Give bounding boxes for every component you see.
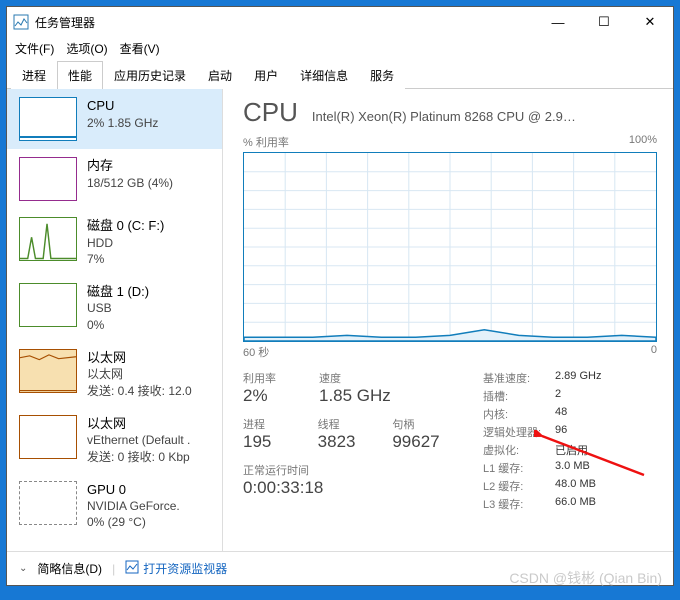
open-resource-monitor[interactable]: 打开资源监视器: [125, 560, 227, 577]
cpu-graph[interactable]: [243, 152, 657, 342]
cpu-thumb-icon: [19, 97, 77, 141]
handles-value: 99627: [392, 432, 443, 452]
threads-value: 3823: [318, 432, 369, 452]
sidebar-cpu-title: CPU: [87, 97, 158, 115]
perf-content: CPU Intel(R) Xeon(R) Platinum 8268 CPU @…: [223, 89, 673, 551]
sidebar-item-memory[interactable]: 内存18/512 GB (4%): [7, 149, 222, 209]
l1-cache: 3.0 MB: [555, 460, 590, 476]
uptime-value: 0:00:33:18: [243, 478, 443, 498]
x-right: 0: [651, 344, 657, 360]
tab-processes[interactable]: 进程: [11, 61, 57, 89]
base-speed: 2.89 GHz: [555, 370, 601, 386]
logical-procs: 96: [555, 424, 567, 440]
footer: ⌄ 简略信息(D) | 打开资源监视器: [7, 551, 673, 585]
tab-users[interactable]: 用户: [243, 61, 289, 89]
fewer-details[interactable]: 简略信息(D): [37, 560, 102, 577]
speed-value: 1.85 GHz: [319, 386, 429, 406]
sidebar-cpu-sub: 2% 1.85 GHz: [87, 115, 158, 131]
tab-startup[interactable]: 启动: [197, 61, 243, 89]
x-left: 60 秒: [243, 344, 269, 360]
tab-details[interactable]: 详细信息: [289, 61, 359, 89]
menu-view[interactable]: 查看(V): [120, 40, 160, 57]
graph-title: % 利用率: [243, 134, 289, 150]
sidebar-item-gpu0[interactable]: GPU 0NVIDIA GeForce.0% (29 °C): [7, 473, 222, 539]
memory-thumb-icon: [19, 157, 77, 201]
ethernet-thumb-icon: [19, 415, 77, 459]
sockets: 2: [555, 388, 561, 404]
sidebar-item-ethernet1[interactable]: 以太网vEthernet (Default .发送: 0 接收: 0 Kbp: [7, 407, 222, 473]
maximize-button[interactable]: ☐: [581, 7, 627, 37]
tab-services[interactable]: 服务: [359, 61, 405, 89]
menu-file[interactable]: 文件(F): [15, 40, 54, 57]
chevron-down-icon[interactable]: ⌄: [19, 563, 27, 574]
l3-cache: 66.0 MB: [555, 496, 596, 512]
virtualization: 已启用: [555, 442, 588, 458]
sidebar-mem-sub: 18/512 GB (4%): [87, 175, 173, 191]
task-manager-window: 任务管理器 — ☐ ✕ 文件(F) 选项(O) 查看(V) 进程 性能 应用历史…: [6, 6, 674, 586]
sidebar-item-disk1[interactable]: 磁盘 1 (D:)USB0%: [7, 275, 222, 341]
sidebar-disk1-title: 磁盘 1 (D:): [87, 283, 149, 301]
gpu-thumb-icon: [19, 481, 77, 525]
sidebar-item-disk0[interactable]: 磁盘 0 (C: F:)HDD7%: [7, 209, 222, 275]
sidebar-eth1-title: 以太网: [87, 415, 190, 433]
sidebar-item-cpu[interactable]: CPU2% 1.85 GHz: [7, 89, 222, 149]
cpu-specs: 基准速度:2.89 GHz 插槽:2 内核:48 逻辑处理器:96 虚拟化:已启…: [483, 370, 657, 514]
sidebar-eth0-title: 以太网: [87, 349, 192, 367]
perf-sidebar[interactable]: CPU2% 1.85 GHz 内存18/512 GB (4%) 磁盘 0 (C:…: [7, 89, 223, 551]
menubar: 文件(F) 选项(O) 查看(V): [7, 37, 673, 59]
sidebar-item-ethernet0[interactable]: 以太网以太网发送: 0.4 接收: 12.0: [7, 341, 222, 407]
menu-options[interactable]: 选项(O): [66, 40, 107, 57]
cpu-model: Intel(R) Xeon(R) Platinum 8268 CPU @ 2.9…: [312, 109, 576, 124]
sidebar-mem-title: 内存: [87, 157, 173, 175]
disk-thumb-icon: [19, 283, 77, 327]
processes-value: 195: [243, 432, 294, 452]
minimize-button[interactable]: —: [535, 7, 581, 37]
tabstrip: 进程 性能 应用历史记录 启动 用户 详细信息 服务: [7, 59, 673, 89]
disk-thumb-icon: [19, 217, 77, 261]
sidebar-disk0-title: 磁盘 0 (C: F:): [87, 217, 164, 235]
util-value: 2%: [243, 386, 295, 406]
ethernet-thumb-icon: [19, 349, 77, 393]
app-icon: [13, 14, 29, 30]
l2-cache: 48.0 MB: [555, 478, 596, 494]
window-title: 任务管理器: [35, 14, 95, 31]
cores: 48: [555, 406, 567, 422]
tab-app-history[interactable]: 应用历史记录: [103, 61, 197, 89]
body: CPU2% 1.85 GHz 内存18/512 GB (4%) 磁盘 0 (C:…: [7, 89, 673, 551]
close-button[interactable]: ✕: [627, 7, 673, 37]
uptime-label: 正常运行时间: [243, 462, 443, 478]
titlebar[interactable]: 任务管理器 — ☐ ✕: [7, 7, 673, 37]
cpu-heading: CPU: [243, 97, 298, 128]
graph-max: 100%: [629, 134, 657, 150]
sidebar-gpu0-title: GPU 0: [87, 481, 180, 499]
tab-performance[interactable]: 性能: [57, 61, 103, 89]
resource-monitor-icon: [125, 560, 139, 577]
